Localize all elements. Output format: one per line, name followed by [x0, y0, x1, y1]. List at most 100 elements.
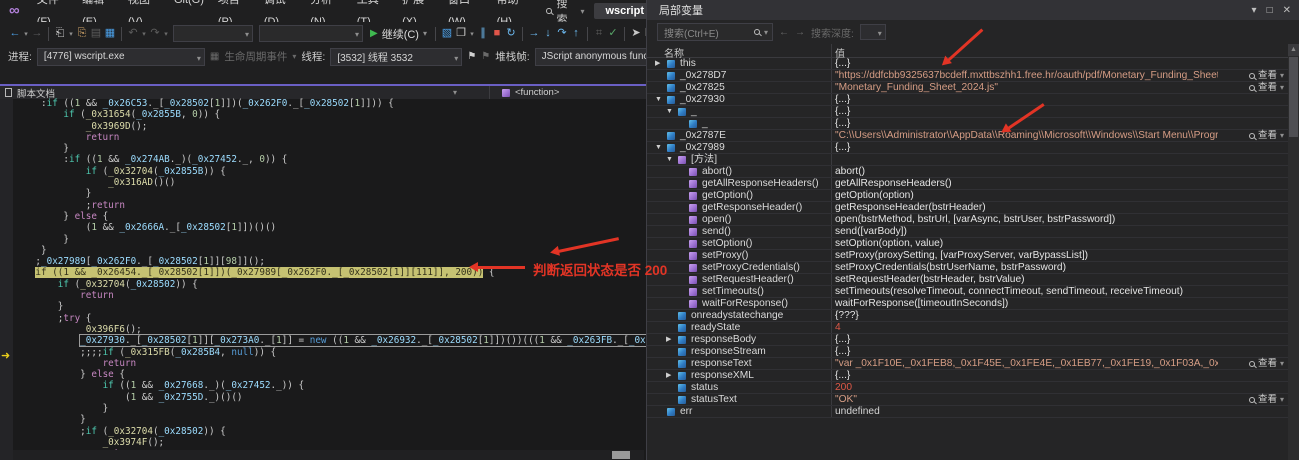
code-line[interactable]: } else { — [13, 211, 646, 222]
code-line[interactable]: return — [13, 132, 646, 143]
code-line[interactable]: _0x3974F(); — [13, 437, 646, 448]
step-into-icon[interactable]: ↓ — [541, 23, 555, 44]
locals-row[interactable]: getOption()getOption(option) — [647, 190, 1288, 202]
locals-row[interactable]: errundefined — [647, 406, 1288, 418]
breakpoint-gutter[interactable] — [0, 99, 13, 460]
view-link[interactable]: 查看▾ — [1249, 394, 1284, 406]
locals-row[interactable]: abort()abort() — [647, 166, 1288, 178]
code-line[interactable]: if (_0x31654(_0x2855B, 0)) { — [13, 109, 646, 120]
collapse-icon[interactable]: ▼ — [655, 142, 662, 154]
locals-row[interactable]: status200 — [647, 382, 1288, 394]
debug-windows-dropdown-icon[interactable]: ▾ — [468, 30, 476, 38]
locals-row[interactable]: waitForResponse()waitForResponse([timeou… — [647, 298, 1288, 310]
locals-row[interactable]: send()send([varBody]) — [647, 226, 1288, 238]
code-line[interactable]: } else { — [13, 369, 646, 380]
continue-button[interactable]: ▶继续(C)▾ — [370, 26, 427, 42]
debug-windows-icon[interactable]: ❐ — [454, 23, 468, 44]
step-over-icon[interactable]: ↷ — [555, 23, 569, 44]
step-out-icon[interactable]: ↑ — [569, 23, 583, 44]
view-link[interactable]: 查看▾ — [1249, 130, 1284, 142]
locals-row[interactable]: getAllResponseHeaders()getAllResponseHea… — [647, 178, 1288, 190]
code-line[interactable]: } — [13, 188, 646, 199]
save-all-icon[interactable]: ▦ — [103, 23, 117, 44]
locals-search-input[interactable]: 搜索(Ctrl+E) ▾ — [657, 23, 773, 41]
flag-icon[interactable]: ⚑ — [467, 51, 476, 62]
code-line[interactable]: if ((1 && _0x27668._)(_0x27452._)) { — [13, 380, 646, 391]
new-file-icon[interactable]: ⎗ — [53, 23, 67, 44]
stop-icon[interactable]: ■ — [490, 23, 504, 44]
configuration-combo[interactable]: ▾ — [173, 25, 253, 42]
collapse-icon[interactable]: ▼ — [666, 154, 673, 166]
view-link[interactable]: 查看▾ — [1249, 358, 1284, 370]
locals-row[interactable]: readyState4 — [647, 322, 1288, 334]
back-dropdown-icon[interactable]: ▾ — [22, 30, 30, 38]
editor-horizontal-scrollbar[interactable] — [13, 450, 644, 460]
scroll-up-icon[interactable]: ▲ — [1288, 44, 1299, 56]
locals-row[interactable]: open()open(bstrMethod, bstrUrl, [varAsyn… — [647, 214, 1288, 226]
view-link[interactable]: 查看▾ — [1249, 82, 1284, 94]
locals-row[interactable]: ▼_0x27930{...} — [647, 94, 1288, 106]
locals-row[interactable]: ▶responseXML{...} — [647, 370, 1288, 382]
view-link[interactable]: 查看▾ — [1249, 70, 1284, 82]
expand-icon[interactable]: ▶ — [666, 370, 671, 382]
locals-row[interactable]: setOption()setOption(option, value) — [647, 238, 1288, 250]
code-line[interactable]: } — [13, 234, 646, 245]
locals-row[interactable]: responseStream{...} — [647, 346, 1288, 358]
locals-row[interactable]: ▶this{...} — [647, 58, 1288, 70]
code-line[interactable]: (1 && _0x2666A._[_0x28502[1]])()() — [13, 222, 646, 233]
expand-icon[interactable]: ▶ — [655, 58, 660, 70]
platform-combo[interactable]: ▾ — [259, 25, 363, 42]
locals-row[interactable]: setTimeouts()setTimeouts(resolveTimeout,… — [647, 286, 1288, 298]
code-line[interactable]: _0x27930._[_0x28502[1]][_0x273A0._[1]] =… — [13, 335, 646, 346]
scrollbar-thumb[interactable] — [1289, 57, 1298, 137]
show-next-statement-icon[interactable]: → — [527, 23, 541, 44]
locals-row[interactable]: _0x2787E"C:\\Users\\Administrator\\AppDa… — [647, 130, 1288, 142]
code-line[interactable]: ;try { — [13, 313, 646, 324]
restart-icon[interactable]: ↻ — [504, 23, 518, 44]
syntax-check-icon[interactable]: ✓ — [606, 23, 620, 44]
code-line[interactable]: } — [13, 143, 646, 154]
locals-row[interactable]: ▼_0x27989{...} — [647, 142, 1288, 154]
locals-row[interactable]: statusText"OK"查看▾ — [647, 394, 1288, 406]
code-line[interactable]: if (_0x32704(_0x2855B)) { — [13, 166, 646, 177]
pause-icon[interactable]: ∥ — [476, 23, 490, 44]
code-line[interactable]: } — [13, 403, 646, 414]
window-position-icon[interactable]: ▾ — [1252, 5, 1257, 16]
locals-row[interactable]: ▼[方法] — [647, 154, 1288, 166]
pointer-mode-icon[interactable]: ➤ — [629, 23, 643, 44]
code-line[interactable]: :if ((1 && _0x274AB._)(_0x27452._, 0)) { — [13, 154, 646, 165]
code-line[interactable]: if (_0x32704(_0x28502)) { — [13, 279, 646, 290]
collapse-icon[interactable]: ▼ — [666, 106, 673, 118]
scrollbar-thumb[interactable] — [612, 451, 630, 459]
search-depth-combo[interactable]: ▾ — [860, 24, 886, 40]
close-icon[interactable]: ✕ — [1283, 5, 1291, 16]
locals-row[interactable]: _{...} — [647, 118, 1288, 130]
locals-row[interactable]: ▼_{...} — [647, 106, 1288, 118]
maximize-icon[interactable]: □ — [1267, 5, 1273, 16]
thread-combo[interactable]: [3532] 线程 3532 ▾ — [330, 48, 462, 66]
collapse-icon[interactable]: ▼ — [655, 94, 662, 106]
code-line[interactable]: ;if (_0x32704(_0x28502)) { — [13, 426, 646, 437]
locals-row[interactable]: responseText"var _0x1F10E,_0x1FEB8,_0x1F… — [647, 358, 1288, 370]
locals-row[interactable]: setRequestHeader()setRequestHeader(bstrH… — [647, 274, 1288, 286]
locals-row[interactable]: setProxyCredentials()setProxyCredentials… — [647, 262, 1288, 274]
locals-row[interactable]: getResponseHeader()getResponseHeader(bst… — [647, 202, 1288, 214]
locals-row[interactable]: ▶responseBody{...} — [647, 334, 1288, 346]
code-line[interactable]: :if ((1 && _0x26C53._[_0x28502[1]])(_0x2… — [13, 98, 646, 109]
locals-row[interactable]: _0x27825"Monetary_Funding_Sheet_2024.js"… — [647, 82, 1288, 94]
code-line[interactable]: } — [13, 414, 646, 425]
expand-icon[interactable]: ▶ — [666, 334, 671, 346]
process-combo[interactable]: [4776] wscript.exe ▾ — [37, 48, 205, 66]
code-line[interactable]: return — [13, 290, 646, 301]
code-line[interactable]: return — [13, 358, 646, 369]
code-line[interactable]: _0x316AD()() — [13, 177, 646, 188]
code-line[interactable]: ;;;;if (_0x315FB(_0x285B4, null)) { — [13, 347, 646, 358]
code-line[interactable]: _0x396F6(); — [13, 324, 646, 335]
back-icon[interactable]: ← — [8, 23, 22, 44]
code-line[interactable]: (1 && _0x2755D._)()() — [13, 392, 646, 403]
new-file-dropdown-icon[interactable]: ▾ — [67, 30, 75, 38]
breakpoints-window-icon[interactable]: ▧ — [440, 23, 454, 44]
locals-row[interactable]: _0x278D7"https://ddfcbb9325637bcdeff.mxt… — [647, 70, 1288, 82]
code-line[interactable]: } — [13, 301, 646, 312]
open-folder-icon[interactable]: ⎘ — [75, 23, 89, 44]
